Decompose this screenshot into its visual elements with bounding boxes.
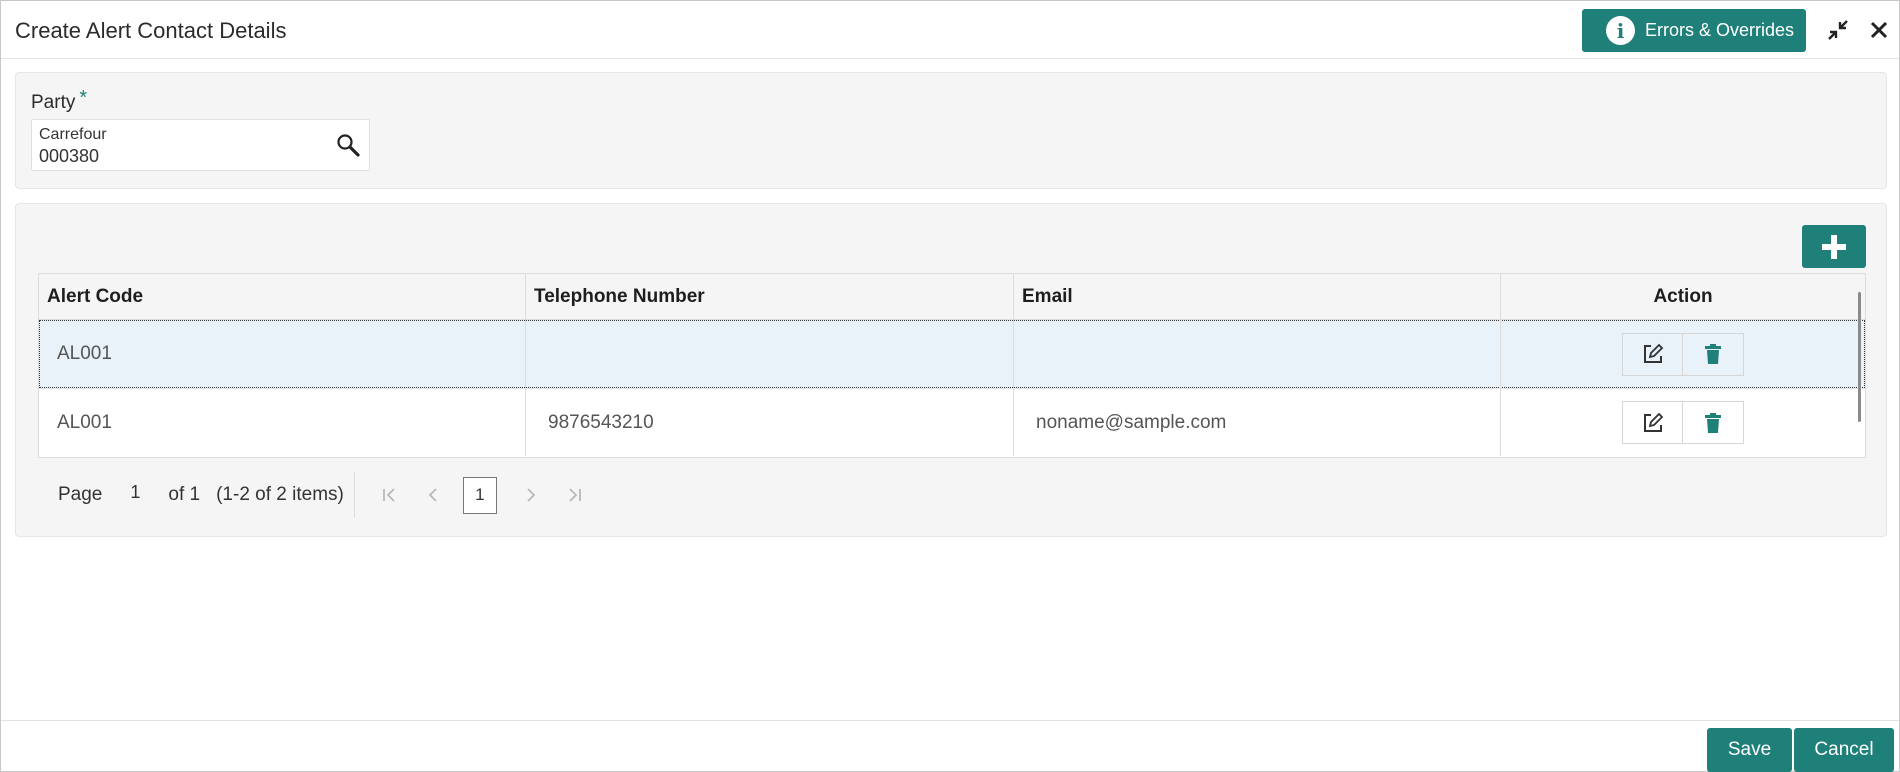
trash-icon [1705, 344, 1721, 364]
table-header-row: Alert Code Telephone Number Email Action [39, 274, 1865, 320]
column-header-alert-code[interactable]: Alert Code [39, 274, 526, 319]
item-count: (1-2 of 2 items) [216, 484, 344, 505]
trash-icon [1705, 412, 1721, 433]
cell-action [1501, 320, 1865, 388]
errors-overrides-label: Errors & Overrides [1645, 20, 1795, 40]
cell-telephone: 9876543210 [526, 389, 1014, 456]
row-actions [1622, 401, 1744, 444]
pager-divider [353, 472, 355, 518]
current-page-button[interactable]: 1 [462, 476, 497, 514]
delete-button[interactable] [1683, 332, 1744, 376]
delete-button[interactable] [1683, 401, 1744, 444]
table-row[interactable]: AL001 9876543210 noname@sample.com [39, 388, 1865, 456]
party-name: Carrefour [39, 126, 107, 143]
party-label: Party [31, 92, 76, 113]
last-page-icon[interactable] [565, 485, 585, 505]
column-header-action: Action [1653, 285, 1713, 307]
cell-telephone [526, 320, 1014, 388]
search-icon[interactable] [335, 132, 361, 158]
dialog-window: Create Alert Contact Details i Errors & … [0, 0, 1900, 772]
dialog-header: Create Alert Contact Details i Errors & … [1, 1, 1899, 59]
edit-icon [1643, 412, 1663, 432]
cell-email [1014, 320, 1501, 388]
close-icon[interactable] [1866, 17, 1892, 43]
info-icon: i [1606, 16, 1635, 45]
party-label-group: Party * [31, 87, 87, 114]
edit-button[interactable] [1622, 332, 1683, 376]
prev-page-icon[interactable] [423, 485, 443, 505]
column-header-telephone[interactable]: Telephone Number [526, 274, 1014, 319]
row-actions [1622, 332, 1744, 376]
cell-alert-code: AL001 [39, 389, 526, 456]
party-code: 000380 [39, 146, 100, 166]
cancel-button[interactable]: Cancel [1794, 728, 1894, 772]
required-indicator: * [79, 87, 88, 109]
save-button[interactable]: Save [1707, 728, 1792, 772]
table-row[interactable]: AL001 [39, 320, 1865, 388]
next-page-icon[interactable] [521, 485, 541, 505]
page-total: of 1 [168, 484, 201, 505]
page-title: Create Alert Contact Details [15, 18, 287, 43]
alert-contact-table: Alert Code Telephone Number Email Action… [38, 273, 1866, 458]
footer-divider [1, 720, 1899, 721]
table-scrollbar[interactable] [1858, 292, 1861, 422]
party-lookup-field[interactable]: Carrefour 000380 [31, 119, 370, 171]
column-header-email[interactable]: Email [1014, 274, 1501, 319]
collapse-icon[interactable] [1825, 17, 1851, 43]
pagination-bar: Page 1 of 1 (1-2 of 2 items) 1 [38, 458, 585, 532]
party-section: Party * Carrefour 000380 [15, 72, 1887, 189]
cell-email: noname@sample.com [1014, 389, 1501, 456]
errors-overrides-button[interactable]: i Errors & Overrides [1582, 9, 1806, 52]
page-label: Page [58, 484, 103, 505]
first-page-icon[interactable] [379, 485, 399, 505]
edit-button[interactable] [1622, 401, 1683, 444]
add-row-button[interactable] [1802, 225, 1866, 268]
cell-alert-code: AL001 [39, 320, 526, 388]
cell-action [1501, 389, 1865, 456]
edit-icon [1643, 343, 1663, 363]
page-number-input[interactable]: 1 [130, 482, 140, 503]
plus-icon [1822, 234, 1846, 259]
alert-contact-grid-section: Alert Code Telephone Number Email Action… [15, 203, 1887, 537]
